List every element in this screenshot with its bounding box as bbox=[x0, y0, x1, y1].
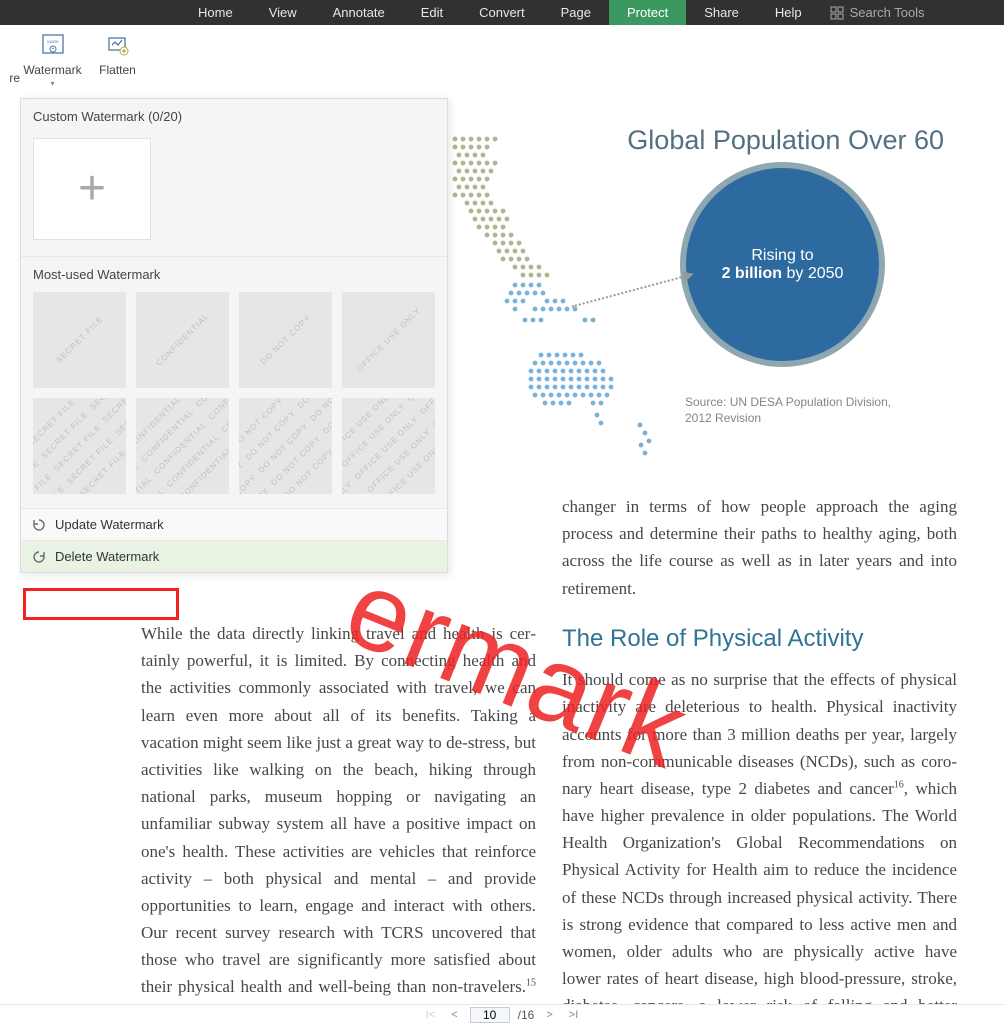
next-page-icon[interactable]: > bbox=[542, 1009, 556, 1021]
flatten-button[interactable]: Flatten bbox=[85, 33, 150, 77]
watermark-preset[interactable]: CONFIDENTIAL bbox=[136, 292, 229, 388]
watermark-dropdown: Custom Watermark (0/20) + Most-used Wate… bbox=[20, 98, 448, 573]
menu-page[interactable]: Page bbox=[543, 0, 609, 25]
footnote-15: 15 bbox=[526, 978, 536, 989]
menu-protect[interactable]: Protect bbox=[609, 0, 686, 25]
watermark-dropdown-caret: ▾ bbox=[50, 79, 54, 88]
search-tools-placeholder: Search Tools bbox=[850, 5, 925, 20]
right-column: changer in terms of how people approach … bbox=[562, 493, 957, 1004]
world-map-dots bbox=[445, 125, 685, 545]
watermark-preset[interactable]: OFFICE USE ONLY OFFICE USE ONLY OFFICE U… bbox=[342, 398, 435, 494]
watermark-preset[interactable]: DO NOT COPY bbox=[239, 292, 332, 388]
flatten-icon bbox=[104, 33, 132, 57]
ribbon-partial-button[interactable]: re bbox=[0, 33, 20, 85]
menu-home[interactable]: Home bbox=[180, 0, 251, 25]
page-number-input[interactable] bbox=[470, 1007, 510, 1023]
left-column: While the data directly linking travel a… bbox=[141, 620, 536, 1004]
total-pages: /16 bbox=[518, 1008, 535, 1022]
right-body-paragraph: It should come as no surprise that the e… bbox=[562, 666, 957, 1004]
footnote-16: 16 bbox=[894, 779, 904, 790]
page-title: Global Population Over 60 bbox=[627, 125, 944, 156]
menu-share[interactable]: Share bbox=[686, 0, 757, 25]
plus-icon: + bbox=[78, 165, 106, 213]
menu-view[interactable]: View bbox=[251, 0, 315, 25]
watermark-preset[interactable]: SECRET FILE SECRET FILE SECRET FILE SECR… bbox=[33, 398, 126, 494]
add-watermark-tile[interactable]: + bbox=[33, 138, 151, 240]
stat-circle: Rising to 2 billion by 2050 bbox=[680, 162, 885, 367]
circle-line2: 2 billion by 2050 bbox=[722, 265, 844, 283]
custom-watermark-header: Custom Watermark (0/20) bbox=[21, 99, 447, 134]
subheading: The Role of Physical Activity bbox=[562, 620, 957, 658]
delete-icon bbox=[31, 549, 47, 565]
prev-page-icon[interactable]: < bbox=[447, 1009, 461, 1021]
delete-watermark-button[interactable]: Delete Watermark bbox=[21, 540, 447, 572]
update-icon bbox=[31, 517, 47, 533]
update-watermark-button[interactable]: Update Watermark bbox=[21, 508, 447, 540]
menu-help[interactable]: Help bbox=[757, 0, 820, 25]
menu-annotate[interactable]: Annotate bbox=[315, 0, 403, 25]
svg-text:MARK: MARK bbox=[47, 39, 59, 44]
search-tools[interactable]: Search Tools bbox=[830, 5, 925, 20]
watermark-thumb-grid: SECRET FILE CONFIDENTIAL DO NOT COPY OFF… bbox=[21, 292, 447, 508]
menu-edit[interactable]: Edit bbox=[403, 0, 461, 25]
watermark-preset[interactable]: CONFIDENTIAL CONFIDENTIAL CONFIDENTIAL C… bbox=[136, 398, 229, 494]
watermark-preset[interactable]: SECRET FILE bbox=[33, 292, 126, 388]
circle-line1: Rising to bbox=[751, 247, 813, 265]
menubar: Home View Annotate Edit Convert Page Pro… bbox=[0, 0, 1004, 25]
watermark-button[interactable]: MARK Watermark ▾ bbox=[20, 33, 85, 88]
watermark-preset[interactable]: DO NOT COPY DO NOT COPY DO NOT COPY DO N… bbox=[239, 398, 332, 494]
watermark-preset[interactable]: OFFICE USE ONLY bbox=[342, 292, 435, 388]
menu-convert[interactable]: Convert bbox=[461, 0, 543, 25]
page-navigator: I< < /16 > >I bbox=[0, 1004, 1004, 1024]
most-used-header: Most-used Watermark bbox=[21, 256, 447, 292]
search-grid-icon bbox=[830, 6, 844, 20]
ribbon: re MARK Watermark ▾ Flatten bbox=[0, 25, 1004, 95]
first-page-icon[interactable]: I< bbox=[422, 1009, 439, 1021]
watermark-icon: MARK bbox=[39, 33, 67, 57]
source-text: Source: UN DESA Population Division, 201… bbox=[685, 395, 895, 426]
last-page-icon[interactable]: >I bbox=[565, 1009, 582, 1021]
right-intro-paragraph: changer in terms of how people approach … bbox=[562, 493, 957, 602]
